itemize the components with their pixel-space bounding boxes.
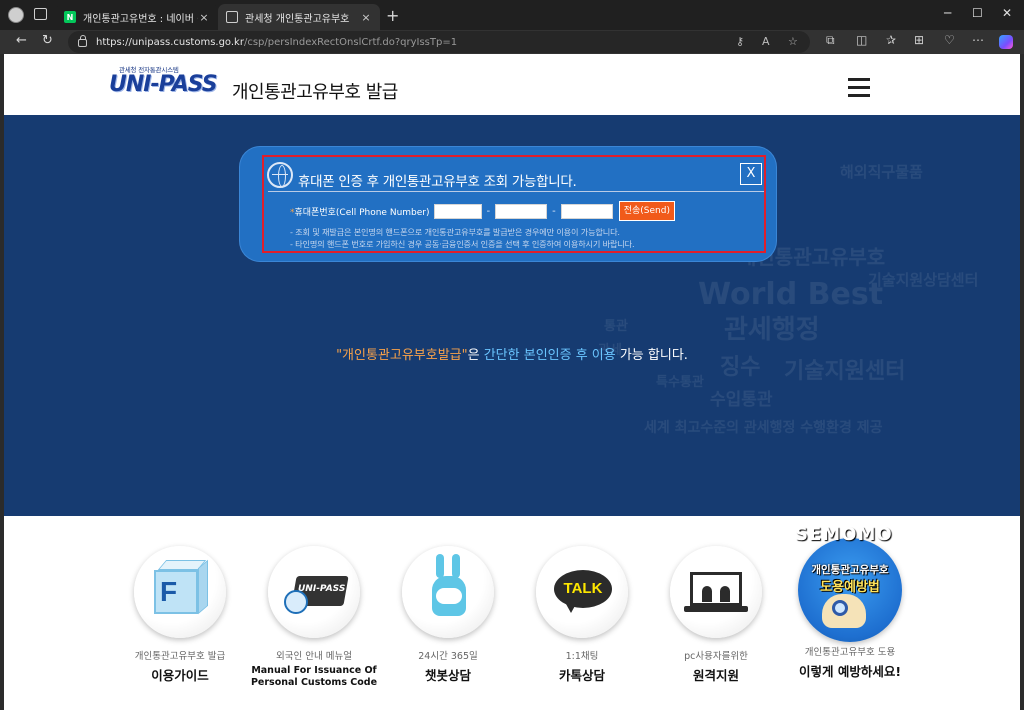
theft-prevention-icon[interactable]: 개인통관고유부호 도용예방법 [798, 538, 902, 642]
lock-icon[interactable] [78, 35, 87, 47]
back-icon[interactable]: ← [16, 33, 27, 48]
service-chatbot[interactable]: 24시간 365일 챗봇상담 [378, 546, 518, 684]
modal-title: 휴대폰 인증 후 개인통관고유부호 조회 가능합니다. [298, 174, 577, 190]
service-subtitle: 개인통관고유부호 도용 [804, 647, 896, 658]
performance-icon[interactable]: ♡ [944, 33, 955, 47]
background-word: 세계 최고수준의 관세행정 수행환경 제공 [644, 420, 883, 436]
book-label: UNI-PASS [298, 584, 346, 594]
tab-actions-icon[interactable] [34, 8, 47, 20]
service-subtitle: pc사용자를위한 [684, 651, 748, 662]
address-bar[interactable]: https://unipass.customs.go.kr/csp/persIn… [68, 31, 810, 53]
phone-part2-input[interactable] [495, 203, 548, 219]
service-title: 원격지원 [692, 668, 739, 683]
new-tab-icon[interactable]: + [386, 6, 399, 25]
service-foreigner-manual[interactable]: UNI-PASS 외국인 안내 메뉴얼 Manual For Issuance … [244, 546, 384, 689]
browser-toolbar: ← ↻ https://unipass.customs.go.kr/csp/pe… [0, 30, 1024, 54]
logo-wordmark: UNI-PASS [109, 72, 218, 97]
chatbot-bunny-icon[interactable] [402, 546, 494, 638]
service-title: 이용가이드 [151, 668, 209, 683]
browser-tab-naver[interactable]: N 개인통관고유번호 : 네이버 검색 × [56, 4, 218, 30]
page-title: 개인통관고유부호 발급 [232, 82, 398, 103]
info-message: "개인통관고유부호발급"은 간단한 본인인증 후 이용 가능 합니다. [336, 348, 688, 363]
service-usage-guide[interactable]: F 개인통관고유부호 발급 이용가이드 [110, 546, 250, 684]
service-subtitle: 외국인 안내 메뉴얼 [276, 651, 352, 662]
service-title: 챗봇상담 [424, 668, 471, 683]
send-button[interactable]: 전송(Send) [618, 201, 675, 221]
browser-tab-bar: N 개인통관고유번호 : 네이버 검색 × 관세청 개인통관고유부호 × + ─… [0, 0, 1024, 30]
maximize-icon[interactable]: ☐ [972, 6, 983, 20]
service-links: F 개인통관고유부호 발급 이용가이드 UNI-PASS 외국인 안내 메뉴얼 … [4, 516, 1020, 710]
minimize-icon[interactable]: ─ [944, 6, 951, 20]
hamburger-menu-icon[interactable] [848, 78, 870, 97]
more-menu-icon[interactable]: ⋯ [972, 33, 984, 47]
url-text: https://unipass.customs.go.kr/csp/persIn… [96, 36, 458, 48]
close-window-icon[interactable]: ✕ [1002, 6, 1012, 20]
refresh-icon[interactable]: ↻ [42, 33, 53, 48]
tab-close-icon[interactable]: × [360, 11, 372, 24]
service-title: Manual For Issuance Of Personal Customs … [250, 665, 378, 688]
modal-divider [268, 191, 764, 192]
background-word: 특수통관 [656, 375, 704, 390]
copilot-icon[interactable] [999, 35, 1013, 49]
tab-title: 개인통관고유번호 : 네이버 검색 [83, 13, 198, 25]
service-subtitle: 24시간 365일 [418, 651, 478, 662]
dash-separator: - [486, 205, 491, 217]
kakaotalk-icon[interactable]: TALK [536, 546, 628, 638]
favorites-icon[interactable]: ✰ [886, 33, 896, 47]
manual-book-icon[interactable]: UNI-PASS [268, 546, 360, 638]
phone-part1-input[interactable] [433, 203, 482, 219]
phone-number-row: *휴대폰번호(Cell Phone Number) - - 전송(Send) [290, 201, 675, 221]
read-aloud-icon[interactable]: A [762, 35, 770, 48]
cube-f-icon[interactable]: F [134, 546, 226, 638]
background-word: 관세행정 [724, 315, 820, 345]
service-kakaotalk[interactable]: TALK 1:1채팅 카톡상담 [512, 546, 652, 684]
unipass-logo[interactable]: 관세청 전자통관시스템 UNI-PASS [109, 64, 229, 106]
globe-lock-icon [267, 162, 293, 188]
promo-line1: 개인통관고유부호 [811, 564, 889, 576]
tab-close-icon[interactable]: × [198, 11, 210, 24]
split-screen-icon[interactable]: ◫ [856, 33, 867, 47]
background-word: 기술지원상담센터 [868, 271, 979, 289]
modal-close-button[interactable]: X [740, 163, 762, 185]
modal-highlight-box: 휴대폰 인증 후 개인통관고유부호 조회 가능합니다. X *휴대폰번호(Cel… [262, 155, 766, 253]
phone-verification-modal: 휴대폰 인증 후 개인통관고유부호 조회 가능합니다. X *휴대폰번호(Cel… [240, 147, 776, 261]
tab-title: 관세청 개인통관고유부호 [245, 13, 350, 25]
remote-monitor-icon[interactable] [670, 546, 762, 638]
background-word: 수입통관 [710, 390, 773, 410]
talk-bubble: TALK [554, 570, 612, 608]
service-title: 이렇게 예방하세요! [798, 664, 902, 679]
service-remote-support[interactable]: pc사용자를위한 원격지원 [646, 546, 786, 684]
modal-note: - 조회 및 재발급은 본인명의 핸드폰으로 개인통관고유부호를 발급받은 경우… [290, 227, 620, 237]
favorite-star-icon[interactable]: ☆ [788, 35, 798, 48]
background-word: 통관 [604, 319, 628, 334]
profile-avatar-icon[interactable] [8, 7, 24, 23]
collections-icon[interactable]: ⊞ [914, 33, 924, 47]
naver-favicon-icon: N [64, 11, 76, 23]
phone-part3-input[interactable] [560, 203, 613, 219]
background-word: World Best [698, 277, 884, 312]
modal-note: - 타인명의 핸드폰 번호로 가입하신 경우 공동·금융인증서 인증을 선택 후… [290, 239, 635, 249]
background-word: 해외직구물품 [840, 163, 923, 181]
dash-separator: - [552, 205, 556, 217]
semomo-watermark: SEMOMO [795, 524, 893, 545]
promo-line2: 도용예방법 [820, 580, 880, 595]
browser-tab-unipass[interactable]: 관세청 개인통관고유부호 × [218, 4, 380, 30]
phone-number-label: *휴대폰번호(Cell Phone Number) [290, 207, 430, 218]
hero-section: 해외직구물품 기술지원상담센터 World Best 관세행정 징수 기술지원센… [4, 115, 1020, 516]
extensions-icon[interactable]: ⧉ [826, 33, 835, 48]
service-subtitle: 개인통관고유부호 발급 [134, 651, 226, 662]
page-favicon-icon [226, 11, 238, 23]
service-theft-prevention[interactable]: 개인통관고유부호 도용예방법 개인통관고유부호 도용 이렇게 예방하세요! [780, 538, 920, 680]
key-icon[interactable]: ⚷ [736, 35, 744, 48]
site-header: 관세청 전자통관시스템 UNI-PASS 개인통관고유부호 발급 [4, 54, 1020, 115]
service-title: 카톡상담 [558, 668, 605, 683]
service-subtitle: 1:1채팅 [565, 651, 599, 662]
page-viewport: 관세청 전자통관시스템 UNI-PASS 개인통관고유부호 발급 해외직구물품 … [4, 54, 1020, 710]
